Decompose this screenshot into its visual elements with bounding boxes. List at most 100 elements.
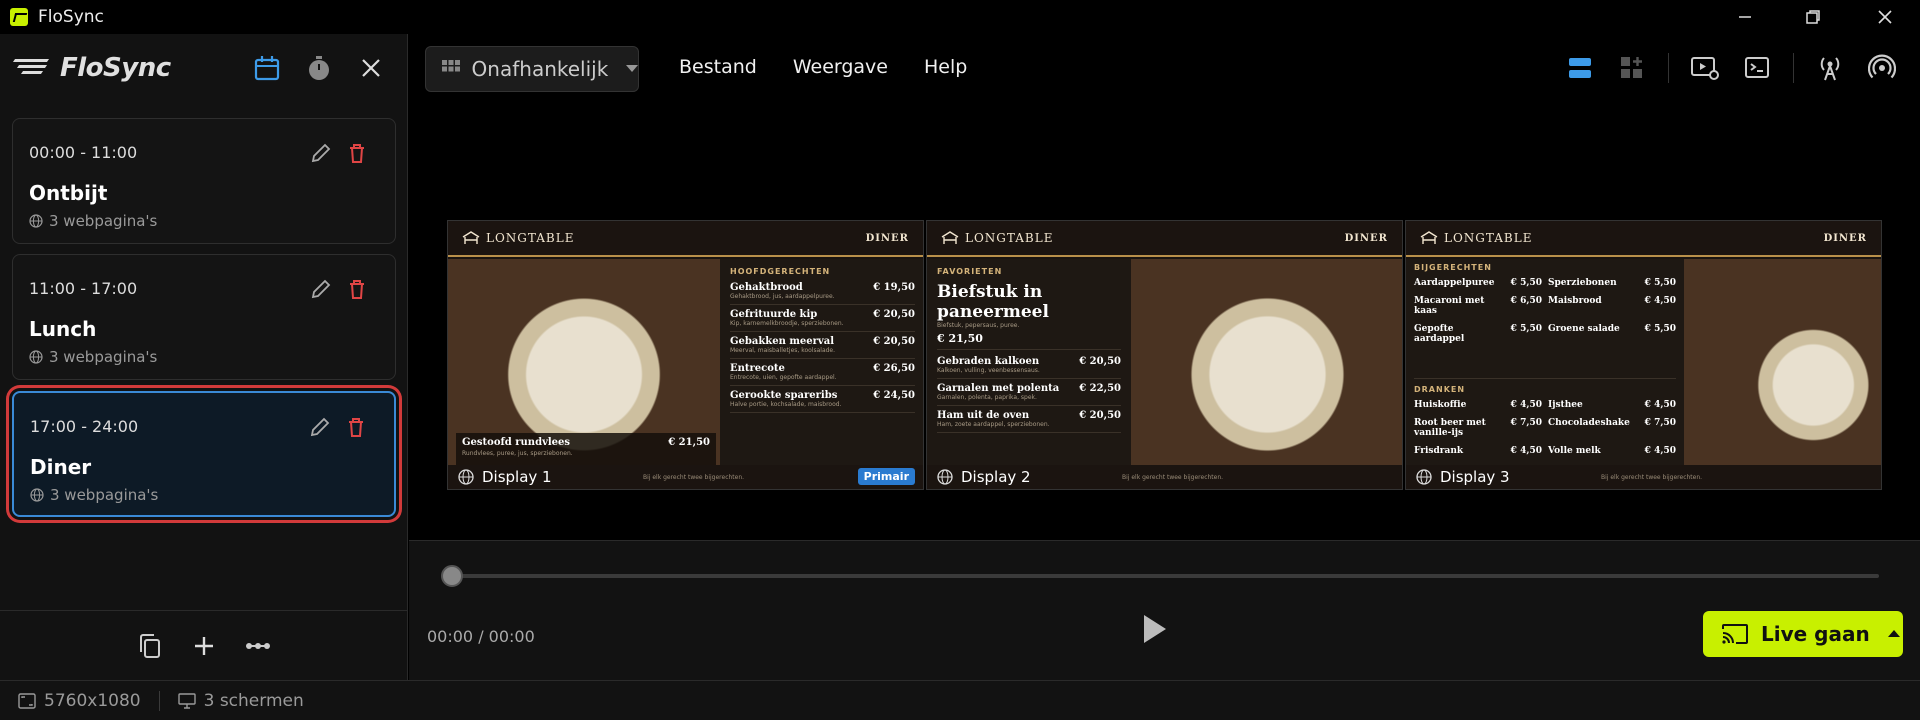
delete-slot-button[interactable] — [345, 277, 371, 303]
menu-item-name: Entrecote — [730, 363, 785, 374]
menu-note: Bij elk gerecht twee bijgerechten. — [643, 473, 745, 481]
minimize-button[interactable] — [1710, 0, 1780, 34]
slot-pages: 3 webpagina's — [29, 212, 157, 230]
slot-pages-label: 3 webpagina's — [50, 486, 159, 504]
side-price: € 6,50 — [1510, 296, 1542, 306]
close-window-button[interactable] — [1850, 0, 1920, 34]
side-price: € 5,50 — [1644, 278, 1676, 288]
main-area: Onafhankelijk Bestand Weergave Help LONG… — [409, 34, 1920, 680]
console-button[interactable] — [1741, 52, 1773, 84]
globe-icon — [29, 214, 43, 228]
copy-icon — [140, 633, 160, 658]
pencil-icon — [311, 279, 331, 299]
menu-item-name: Gebraden kalkoen — [937, 356, 1040, 367]
status-divider — [158, 690, 160, 711]
antenna-icon — [1820, 57, 1840, 81]
display-footer: Display 2 Bij elk gerecht twee bijgerech… — [927, 465, 1402, 489]
menu-tag: DINER — [1344, 232, 1388, 244]
menu-item-desc: Halve portie, kochsalade, maisbrood. — [730, 401, 915, 413]
list-view-button[interactable] — [1564, 52, 1596, 84]
toolbar-divider — [1668, 53, 1669, 83]
menu-section-title: DRANKEN — [1414, 385, 1466, 394]
restore-button[interactable] — [1778, 0, 1848, 34]
grid-icon — [442, 60, 460, 72]
delete-slot-button[interactable] — [345, 141, 371, 167]
go-live-button[interactable]: Live gaan — [1703, 611, 1903, 657]
go-live-label: Live gaan — [1761, 622, 1870, 646]
side-name: Aardappelpuree — [1414, 278, 1495, 288]
playback-panel: 00:00 / 00:00 Live gaan — [409, 540, 1920, 680]
layout-mode-select[interactable]: Onafhankelijk — [425, 46, 639, 92]
timer-button[interactable] — [303, 52, 335, 84]
hero-dish-desc: Biefstuk, pepersaus, puree. — [937, 322, 1020, 329]
signal-button[interactable] — [1866, 52, 1898, 84]
longtable-logo-icon — [1420, 231, 1438, 244]
display-preview-3[interactable]: LONGTABLE DINER BIJGERECHTEN Aardappelpu… — [1405, 220, 1882, 490]
schedule-slot-diner[interactable]: 17:00 - 24:00 Diner 3 webpagina's — [12, 391, 396, 517]
feature-dish-name: Gestoofd rundvlees — [462, 437, 571, 448]
menu-bar: Bestand Weergave Help — [679, 56, 967, 78]
play-icon[interactable] — [1144, 615, 1166, 643]
menu-item-desc: Kip, karnemelkbroodje, sperziebonen. — [730, 320, 915, 332]
add-slot-button[interactable] — [190, 632, 218, 660]
more-options-button[interactable] — [244, 632, 272, 660]
side-price: € 5,50 — [1510, 324, 1542, 334]
broadcast-button[interactable] — [1814, 52, 1846, 84]
menu-section-title: FAVORIETEN — [937, 267, 1003, 276]
display-preview-area: LONGTABLE DINER Gestoofd rundvlees € 21,… — [409, 102, 1920, 540]
resolution-label: 5760x1080 — [44, 690, 141, 711]
menu-bestand[interactable]: Bestand — [679, 56, 757, 78]
timeline-scrubber-handle[interactable] — [441, 565, 463, 587]
delete-slot-button[interactable] — [344, 415, 370, 441]
menu-item-name: Ham uit de oven — [937, 410, 1030, 421]
menu-item-price: € 24,50 — [873, 390, 915, 401]
playback-settings-button[interactable] — [1689, 52, 1721, 84]
edit-slot-button[interactable] — [309, 277, 335, 303]
menu-header: LONGTABLE DINER — [448, 221, 923, 257]
menu-note: Bij elk gerecht twee bijgerechten. — [1122, 473, 1224, 481]
status-bar: 5760x1080 3 schermen — [0, 680, 1920, 720]
edit-slot-button[interactable] — [308, 415, 334, 441]
menu-brand-label: LONGTABLE — [486, 231, 575, 245]
drink-price: € 4,50 — [1510, 400, 1542, 410]
screens-label: 3 schermen — [203, 690, 304, 711]
close-icon — [362, 59, 380, 77]
menu-item-name: Gebakken meerval — [730, 336, 835, 347]
add-widget-button[interactable] — [1616, 52, 1648, 84]
podcast-icon — [1868, 54, 1896, 79]
menu-list: FAVORIETEN Biefstuk in paneermeel Biefst… — [927, 259, 1131, 469]
globe-icon — [1416, 469, 1432, 485]
timecode: 00:00 / 00:00 — [427, 627, 535, 646]
duplicate-slot-button[interactable] — [136, 632, 164, 660]
display-preview-1[interactable]: LONGTABLE DINER Gestoofd rundvlees € 21,… — [447, 220, 924, 490]
schedule-slot-ontbijt[interactable]: 00:00 - 11:00 Ontbijt 3 webpagina's — [12, 118, 396, 244]
menu-brand: LONGTABLE — [462, 231, 574, 245]
side-price: € 5,50 — [1644, 324, 1676, 334]
close-panel-button[interactable] — [355, 52, 387, 84]
display-footer: Display 3 Bij elk gerecht twee bijgerech… — [1406, 465, 1881, 489]
timeline-track[interactable] — [447, 574, 1879, 578]
schedule-slot-lunch[interactable]: 11:00 - 17:00 Lunch 3 webpagina's — [12, 254, 396, 380]
drink-price: € 7,50 — [1644, 418, 1676, 428]
menu-item: Gehaktbrood € 19,50 Gehaktbrood, jus, aard… — [730, 282, 915, 305]
menu-tag: DINER — [1823, 232, 1867, 244]
menu-note: Bij elk gerecht twee bijgerechten. — [1601, 473, 1703, 481]
layout-mode-label: Onafhankelijk — [471, 57, 609, 81]
drink-price: € 4,50 — [1510, 446, 1542, 456]
menu-list: HOOFDGERECHTEN Gehaktbrood € 19,50 Gehaktb… — [720, 259, 923, 469]
sides-grid: Aardappelpuree € 5,50 Sperziebonen € 5,50 M… — [1414, 278, 1676, 344]
schedule-calendar-button[interactable] — [251, 52, 283, 84]
display-preview-2[interactable]: LONGTABLE DINER FAVORIETEN Biefstuk in p… — [926, 220, 1403, 490]
edit-slot-button[interactable] — [309, 141, 335, 167]
menu-item-desc: Garnalen, polenta, paprika, spek. — [937, 394, 1121, 406]
menu-item: Ham uit de oven € 20,50 Ham, zoete aardapp… — [937, 410, 1121, 433]
close-icon — [1878, 10, 1892, 24]
slot-pages-label: 3 webpagina's — [49, 348, 158, 366]
hero-dish-name: Biefstuk in paneermeel — [937, 282, 1049, 322]
menu-help[interactable]: Help — [924, 56, 967, 78]
slot-name: Lunch — [29, 317, 97, 341]
menu-weergave[interactable]: Weergave — [793, 56, 888, 78]
menu-item-price: € 22,50 — [1079, 383, 1121, 394]
side-name: Maisbrood — [1548, 296, 1602, 306]
side-name: Gepofte aardappel — [1414, 324, 1465, 344]
